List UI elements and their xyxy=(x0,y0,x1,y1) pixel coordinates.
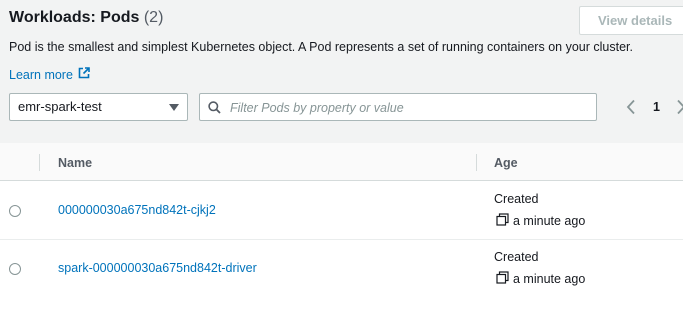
current-page-number[interactable]: 1 xyxy=(653,100,660,114)
row-select-radio[interactable] xyxy=(9,263,21,275)
age-value: a minute ago xyxy=(496,213,585,229)
column-header-age[interactable]: Age xyxy=(494,156,518,170)
previous-page-icon[interactable] xyxy=(626,99,636,120)
external-link-icon xyxy=(78,67,90,82)
column-header-name[interactable]: Name xyxy=(58,156,92,170)
age-label: Created xyxy=(494,250,539,264)
age-value-text: a minute ago xyxy=(513,214,586,228)
column-divider xyxy=(39,154,40,171)
copy-icon xyxy=(496,213,509,229)
view-details-button[interactable]: View details xyxy=(579,6,683,35)
table-row: 000000030a675nd842t-cjkj2 Created a minu… xyxy=(0,182,683,240)
age-value-text: a minute ago xyxy=(513,272,586,286)
filter-search-input[interactable] xyxy=(228,97,592,119)
learn-more-label: Learn more xyxy=(9,67,73,82)
namespace-select-value: emr-spark-test xyxy=(18,99,102,114)
pod-name-link[interactable]: 000000030a675nd842t-cjkj2 xyxy=(58,203,216,217)
filter-search-box[interactable] xyxy=(199,93,597,121)
age-label: Created xyxy=(494,192,539,206)
caret-down-icon xyxy=(169,104,179,111)
table-row: spark-000000030a675nd842t-driver Created… xyxy=(0,240,683,298)
column-divider[interactable] xyxy=(476,154,477,171)
namespace-select[interactable]: emr-spark-test xyxy=(9,93,188,121)
search-icon xyxy=(208,101,221,119)
page-title: Workloads: Pods (2) xyxy=(9,9,163,27)
pod-name-link[interactable]: spark-000000030a675nd842t-driver xyxy=(58,261,257,275)
table-header xyxy=(0,143,683,181)
learn-more-link[interactable]: Learn more xyxy=(9,67,90,82)
next-page-icon[interactable] xyxy=(676,99,683,120)
pod-count: (2) xyxy=(143,9,164,26)
page-title-text: Workloads: Pods xyxy=(9,9,140,26)
age-value: a minute ago xyxy=(496,271,585,287)
copy-icon xyxy=(496,271,509,287)
page-description: Pod is the smallest and simplest Kuberne… xyxy=(9,40,633,54)
row-select-radio[interactable] xyxy=(9,205,21,217)
page-header: Workloads: Pods (2) View details Pod is … xyxy=(0,0,683,143)
